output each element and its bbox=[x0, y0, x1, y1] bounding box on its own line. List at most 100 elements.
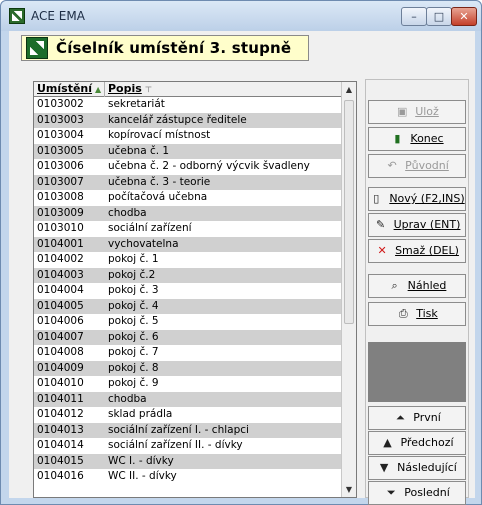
cell-umisteni: 0104012 bbox=[37, 408, 84, 420]
cell-popis: počítačová učebna bbox=[108, 191, 208, 203]
cell-popis: sociální zařízení I. - chlapci bbox=[108, 423, 249, 436]
new-record-button[interactable]: ▯ Nový (F2,INS) bbox=[368, 187, 466, 211]
table-row[interactable]: 0103005 učebna č. 1 bbox=[34, 143, 342, 159]
cell-umisteni: 0103010 bbox=[37, 222, 84, 234]
cell-umisteni: 0104013 bbox=[37, 423, 84, 436]
table-row[interactable]: 0104001 vychovatelna bbox=[34, 236, 342, 252]
preview-button[interactable]: ⌕ Náhled bbox=[368, 274, 466, 298]
cell-umisteni: 0104015 bbox=[37, 454, 84, 467]
client-area: Číselník umístění 3. stupně Umístění ▲ Po… bbox=[9, 31, 475, 505]
table-row[interactable]: 0103003 kancelář zástupce ředitele bbox=[34, 112, 342, 128]
table-row[interactable]: 0103007 učebna č. 3 - teorie bbox=[34, 174, 342, 190]
table-row[interactable]: 0104004 pokoj č. 3 bbox=[34, 283, 342, 299]
app-window: ACE EMA – □ ✕ Číselník umístění 3. stupn… bbox=[0, 0, 482, 505]
table-row[interactable]: 0104005 pokoj č. 4 bbox=[34, 298, 342, 314]
maximize-button[interactable]: □ bbox=[426, 7, 452, 26]
cell-popis: učebna č. 3 - teorie bbox=[108, 175, 211, 188]
cell-popis: chodba bbox=[108, 206, 147, 219]
cell-umisteni: 0104011 bbox=[37, 392, 84, 405]
scroll-up-arrow-icon[interactable]: ▲ bbox=[342, 82, 356, 97]
cell-umisteni: 0104008 bbox=[37, 346, 84, 358]
cell-popis: sociální zařízení bbox=[108, 222, 192, 234]
edit-pencil-icon: ✎ bbox=[375, 218, 386, 231]
minimize-button[interactable]: – bbox=[401, 7, 427, 26]
cell-umisteni: 0104001 bbox=[37, 237, 84, 250]
cell-umisteni: 0104002 bbox=[37, 253, 84, 265]
table-row[interactable]: 0104014 sociální zařízení II. - dívky bbox=[34, 438, 342, 454]
new-document-icon: ▯ bbox=[373, 192, 380, 205]
cell-popis: pokoj č. 1 bbox=[108, 253, 159, 265]
cell-umisteni: 0104005 bbox=[37, 299, 84, 312]
table-row[interactable]: 0104010 pokoj č. 9 bbox=[34, 376, 342, 392]
next-record-button[interactable]: ▼ Následující bbox=[368, 456, 466, 480]
table-row[interactable]: 0104012 sklad prádla bbox=[34, 407, 342, 423]
vertical-scrollbar[interactable]: ▲ ▼ bbox=[341, 82, 356, 497]
exit-button[interactable]: ▮ Konec bbox=[368, 127, 466, 151]
column-header-umisteni[interactable]: Umístění ▲ bbox=[34, 82, 105, 97]
cell-popis: chodba bbox=[108, 392, 147, 405]
cell-popis: pokoj č.2 bbox=[108, 268, 156, 281]
table-row[interactable]: 0103006 učebna č. 2 - odborný výcvik švad… bbox=[34, 159, 342, 175]
header-panel: Číselník umístění 3. stupně bbox=[21, 35, 309, 61]
last-arrow-icon: ⏷ bbox=[386, 486, 396, 499]
cell-umisteni: 0104016 bbox=[37, 470, 84, 482]
revert-button[interactable]: ↶ Původní bbox=[368, 154, 466, 178]
printer-icon: ⎙ bbox=[398, 307, 408, 320]
scroll-down-arrow-icon[interactable]: ▼ bbox=[342, 482, 356, 497]
cell-popis: pokoj č. 8 bbox=[108, 361, 159, 374]
table-row[interactable]: 0103010 sociální zařízení bbox=[34, 221, 342, 237]
edit-record-button[interactable]: ✎ Uprav (ENT) bbox=[368, 213, 466, 237]
cell-umisteni: 0104004 bbox=[37, 284, 84, 296]
table-row[interactable]: 0103002 sekretariát bbox=[34, 97, 342, 113]
app-icon bbox=[9, 8, 25, 24]
cell-popis: kancelář zástupce ředitele bbox=[108, 113, 247, 126]
cell-umisteni: 0104010 bbox=[37, 377, 84, 389]
cell-popis: učebna č. 1 bbox=[108, 144, 170, 157]
cell-umisteni: 0104003 bbox=[37, 268, 84, 281]
table-row[interactable]: 0104009 pokoj č. 8 bbox=[34, 360, 342, 376]
close-button[interactable]: ✕ bbox=[451, 7, 477, 26]
cell-umisteni: 0103003 bbox=[37, 113, 84, 126]
first-arrow-icon: ⏶ bbox=[395, 411, 405, 424]
locations-table[interactable]: Umístění ▲ Popis ⊤ 0103002 sekretariát 01030… bbox=[33, 81, 357, 498]
table-row[interactable]: 0104007 pokoj č. 6 bbox=[34, 329, 342, 345]
cell-popis: WC II. - dívky bbox=[108, 470, 177, 482]
cell-popis: vychovatelna bbox=[108, 237, 179, 250]
scrollbar-thumb[interactable] bbox=[344, 100, 354, 324]
column-header-popis[interactable]: Popis ⊤ bbox=[105, 82, 342, 97]
print-button[interactable]: ⎙ Tisk bbox=[368, 302, 466, 326]
save-button[interactable]: ▣ Ulož bbox=[368, 100, 466, 124]
cell-popis: WC I. - dívky bbox=[108, 454, 174, 467]
table-row[interactable]: 0104016 WC II. - dívky bbox=[34, 469, 342, 485]
cell-popis: pokoj č. 4 bbox=[108, 299, 159, 312]
table-body: 0103002 sekretariát 0103003 kancelář zástup… bbox=[34, 97, 342, 485]
table-row[interactable]: 0104006 pokoj č. 5 bbox=[34, 314, 342, 330]
table-header: Umístění ▲ Popis ⊤ bbox=[34, 82, 342, 97]
cell-umisteni: 0103008 bbox=[37, 191, 84, 203]
cell-umisteni: 0103005 bbox=[37, 144, 84, 157]
table-row[interactable]: 0104011 chodba bbox=[34, 391, 342, 407]
table-row[interactable]: 0104015 WC I. - dívky bbox=[34, 453, 342, 469]
table-row[interactable]: 0104013 sociální zařízení I. - chlapci bbox=[34, 422, 342, 438]
sort-ascending-icon: ▲ bbox=[95, 85, 102, 94]
table-row[interactable]: 0104008 pokoj č. 7 bbox=[34, 345, 342, 361]
table-row[interactable]: 0104002 pokoj č. 1 bbox=[34, 252, 342, 268]
last-record-button[interactable]: ⏷ Poslední bbox=[368, 481, 466, 505]
cell-umisteni: 0104014 bbox=[37, 439, 84, 451]
cell-popis: pokoj č. 7 bbox=[108, 346, 159, 358]
title-bar[interactable]: ACE EMA – □ ✕ bbox=[1, 1, 481, 31]
floppy-disk-icon: ▣ bbox=[396, 105, 408, 118]
sort-icon: ⊤ bbox=[144, 85, 153, 94]
previous-record-button[interactable]: ▲ Předchozí bbox=[368, 431, 466, 455]
cell-umisteni: 0103009 bbox=[37, 206, 84, 219]
cell-popis: pokoj č. 6 bbox=[108, 330, 159, 343]
table-row[interactable]: 0103004 kopírovací místnost bbox=[34, 128, 342, 144]
cell-popis: pokoj č. 5 bbox=[108, 315, 159, 327]
first-record-button[interactable]: ⏶ První bbox=[368, 406, 466, 430]
cell-umisteni: 0104006 bbox=[37, 315, 84, 327]
table-row[interactable]: 0103008 počítačová učebna bbox=[34, 190, 342, 206]
table-row[interactable]: 0103009 chodba bbox=[34, 205, 342, 221]
cell-popis: sekretariát bbox=[108, 98, 165, 110]
delete-record-button[interactable]: ✕ Smaž (DEL) bbox=[368, 239, 466, 263]
table-row[interactable]: 0104003 pokoj č.2 bbox=[34, 267, 342, 283]
